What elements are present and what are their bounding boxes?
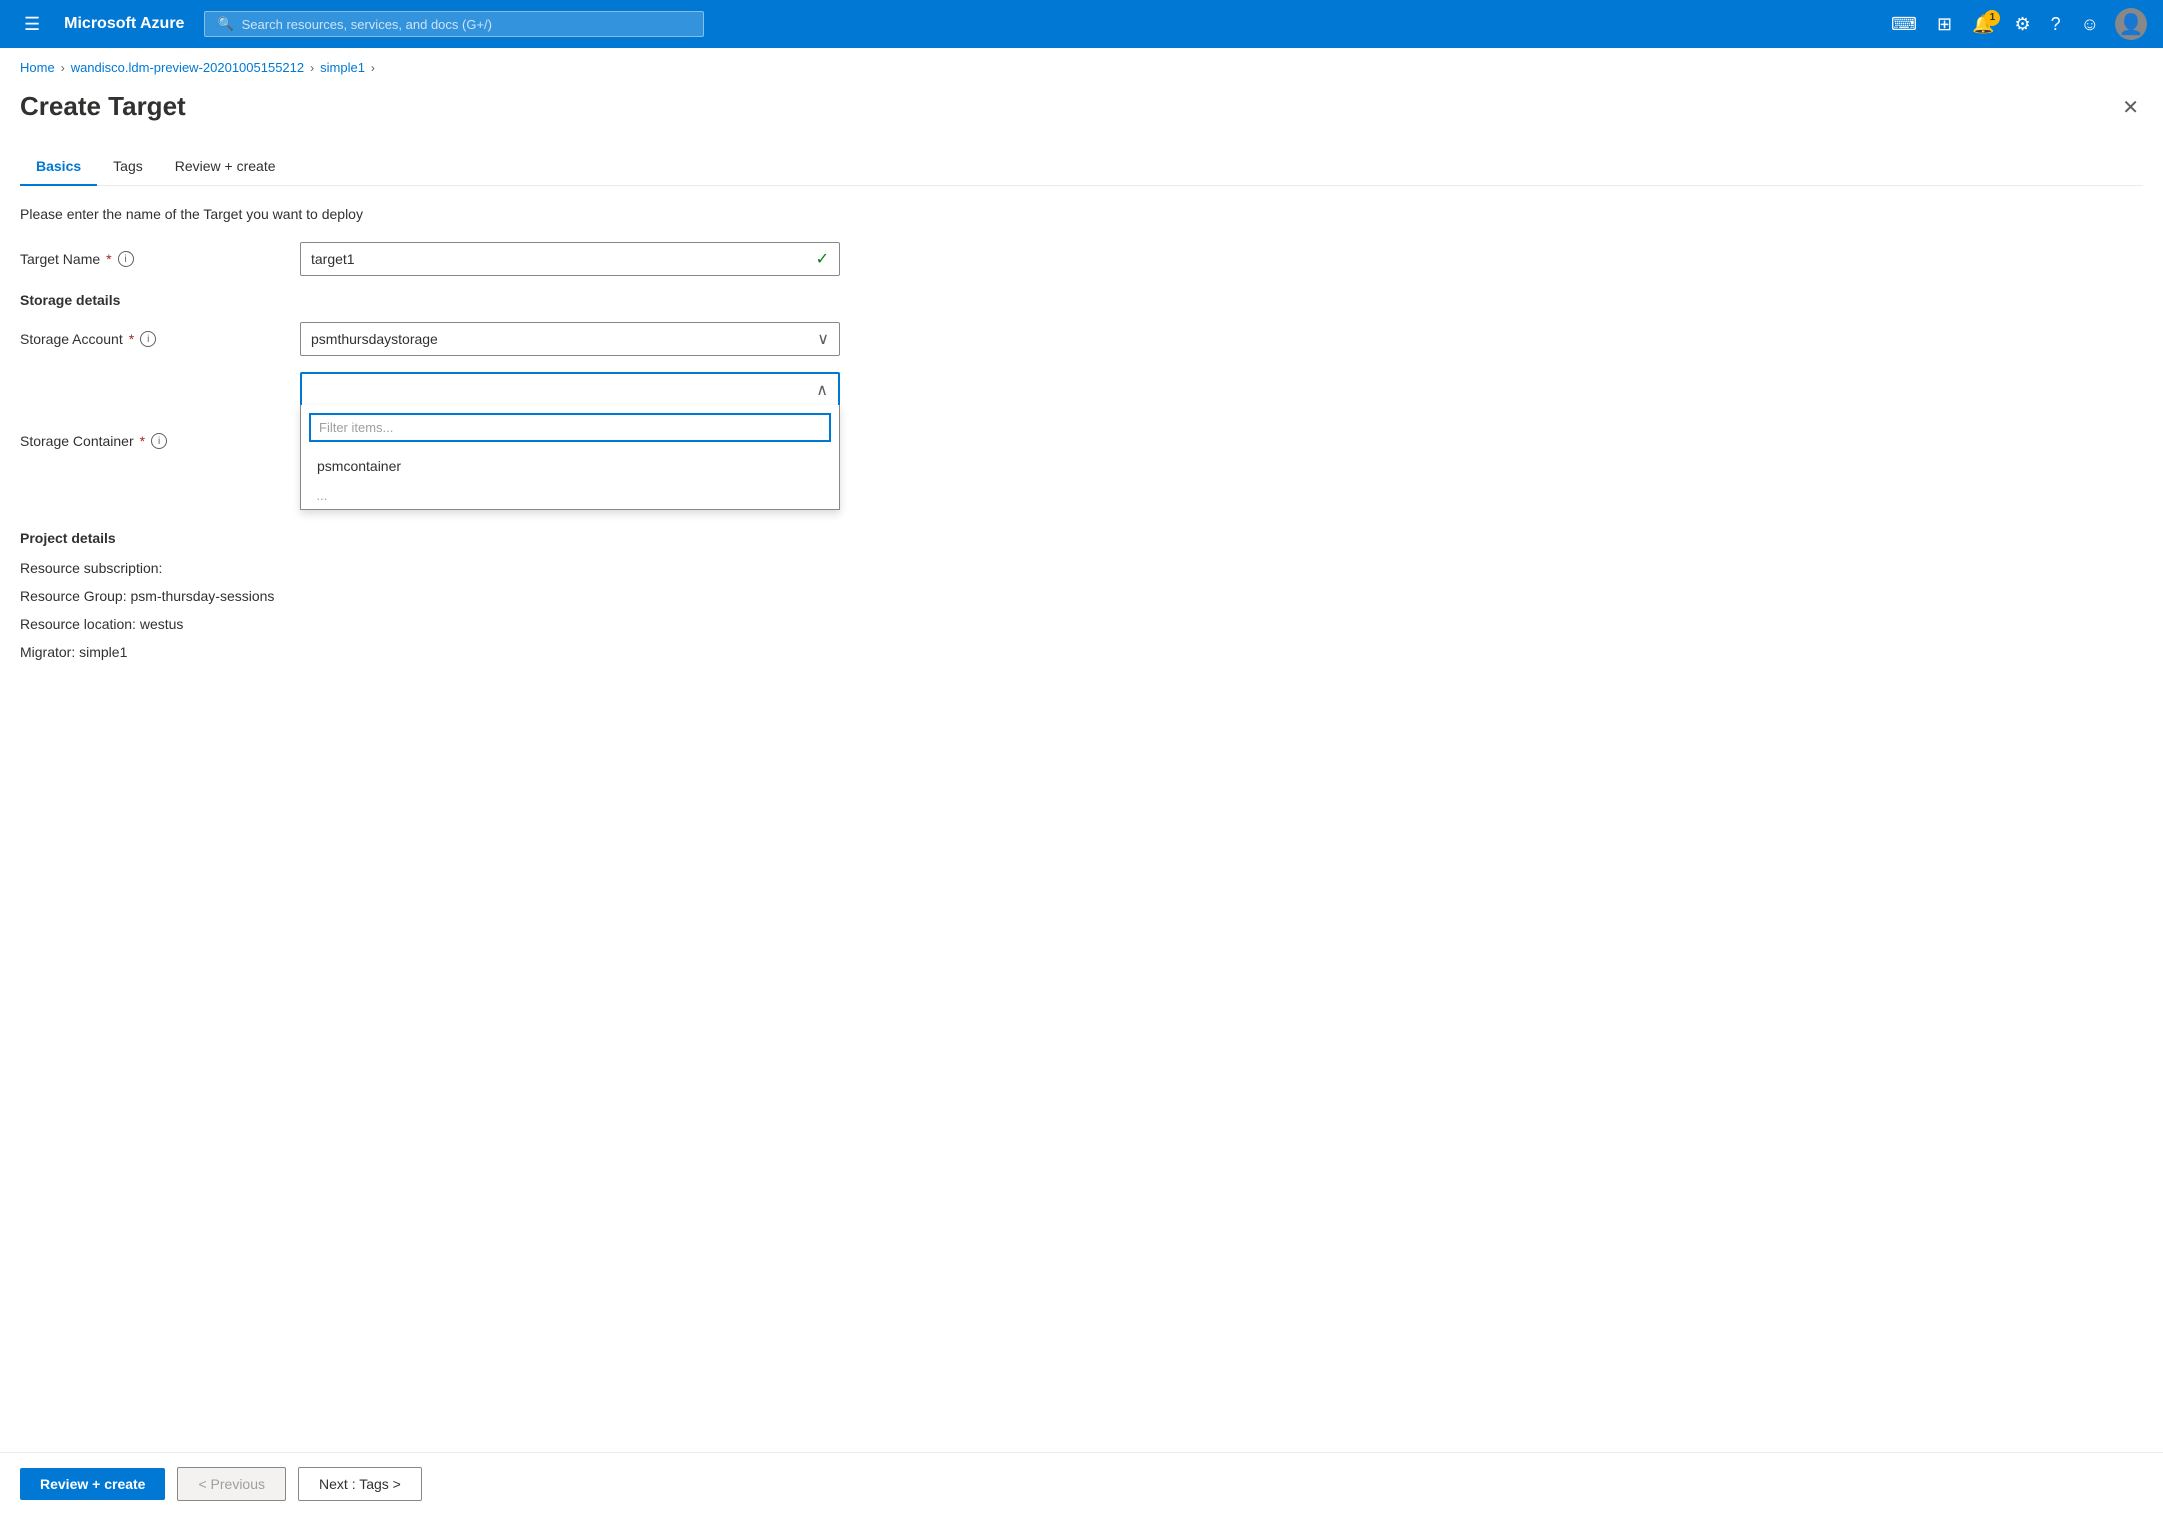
chevron-down-icon: ∨ bbox=[817, 329, 829, 349]
target-name-required: * bbox=[106, 251, 111, 267]
settings-button[interactable]: ⚙ bbox=[2006, 8, 2038, 41]
storage-container-label: Storage Container bbox=[20, 433, 134, 449]
target-name-row: Target Name * i ✓ bbox=[20, 242, 2143, 276]
page-title: Create Target bbox=[20, 91, 186, 122]
hamburger-menu-button[interactable]: ☰ bbox=[16, 8, 48, 41]
search-icon: 🔍 bbox=[217, 16, 233, 32]
feedback-button[interactable]: ☺ bbox=[2073, 8, 2107, 41]
breadcrumb-resource[interactable]: wandisco.ldm-preview-20201005155212 bbox=[71, 60, 304, 75]
previous-button[interactable]: < Previous bbox=[177, 1467, 286, 1501]
storage-account-label-col: Storage Account * i bbox=[20, 331, 300, 347]
breadcrumb-sep-3: › bbox=[371, 61, 375, 75]
cloud-shell-button[interactable]: ⌨ bbox=[1883, 8, 1925, 41]
storage-account-required: * bbox=[129, 331, 134, 347]
target-name-checkmark: ✓ bbox=[816, 249, 829, 269]
project-details-section: Project details Resource subscription: R… bbox=[20, 530, 2143, 660]
dropdown-item-psmcontainer[interactable]: psmcontainer bbox=[301, 450, 839, 482]
project-details-heading: Project details bbox=[20, 530, 2143, 546]
breadcrumb-home[interactable]: Home bbox=[20, 60, 55, 75]
resource-location-label: Resource location: westus bbox=[20, 616, 183, 632]
storage-container-label-col: Storage Container * i bbox=[20, 433, 300, 449]
storage-account-label: Storage Account bbox=[20, 331, 123, 347]
main-area: Home › wandisco.ldm-preview-202010051552… bbox=[0, 48, 2163, 1515]
storage-container-dropdown[interactable]: ∧ bbox=[300, 372, 840, 406]
filter-input-wrap bbox=[301, 405, 839, 450]
review-create-button[interactable]: Review + create bbox=[20, 1468, 165, 1500]
user-avatar-button[interactable]: 👤 bbox=[2115, 8, 2147, 40]
storage-container-control-col: ∧ psmcontainer ... bbox=[300, 372, 840, 510]
brand-name: Microsoft Azure bbox=[64, 15, 184, 33]
target-name-input-wrapper: ✓ bbox=[300, 242, 840, 276]
portal-menu-button[interactable]: ⊞ bbox=[1929, 8, 1960, 41]
storage-details-heading: Storage details bbox=[20, 292, 2143, 308]
page-header: Create Target ✕ bbox=[0, 75, 2163, 124]
search-input[interactable] bbox=[242, 17, 692, 32]
tabs-container: Basics Tags Review + create bbox=[20, 148, 2143, 186]
notifications-button[interactable]: 🔔 1 bbox=[1964, 8, 2002, 41]
resource-location-row: Resource location: westus bbox=[20, 616, 2143, 632]
filter-input[interactable] bbox=[309, 413, 831, 442]
storage-account-value: psmthursdaystorage bbox=[311, 331, 438, 347]
search-box: 🔍 bbox=[204, 11, 704, 37]
form-area: Basics Tags Review + create Please enter… bbox=[0, 124, 2163, 1452]
resource-subscription-row: Resource subscription: bbox=[20, 560, 2143, 576]
footer: Review + create < Previous Next : Tags > bbox=[0, 1452, 2163, 1515]
target-name-input[interactable] bbox=[311, 251, 808, 267]
chevron-up-icon: ∧ bbox=[816, 380, 828, 400]
storage-container-info-icon[interactable]: i bbox=[151, 433, 167, 449]
close-button[interactable]: ✕ bbox=[2118, 91, 2143, 124]
resource-subscription-label: Resource subscription: bbox=[20, 560, 162, 576]
target-name-control-col: ✓ bbox=[300, 242, 840, 276]
tab-review-create[interactable]: Review + create bbox=[159, 148, 292, 186]
storage-account-info-icon[interactable]: i bbox=[140, 331, 156, 347]
breadcrumb-sep-2: › bbox=[310, 61, 314, 75]
next-button[interactable]: Next : Tags > bbox=[298, 1467, 422, 1501]
nav-icons: ⌨ ⊞ 🔔 1 ⚙ ? ☺ 👤 bbox=[1883, 8, 2147, 41]
target-name-label: Target Name bbox=[20, 251, 100, 267]
dropdown-truncated: ... bbox=[301, 482, 839, 509]
storage-account-row: Storage Account * i psmthursdaystorage ∨ bbox=[20, 322, 2143, 356]
target-name-info-icon[interactable]: i bbox=[118, 251, 134, 267]
migrator-label: Migrator: simple1 bbox=[20, 644, 127, 660]
resource-group-label: Resource Group: psm-thursday-sessions bbox=[20, 588, 274, 604]
breadcrumb: Home › wandisco.ldm-preview-202010051552… bbox=[0, 48, 2163, 75]
storage-account-dropdown[interactable]: psmthursdaystorage ∨ bbox=[300, 322, 840, 356]
form-subtitle: Please enter the name of the Target you … bbox=[20, 206, 2143, 222]
storage-container-required: * bbox=[140, 433, 145, 449]
breadcrumb-current[interactable]: simple1 bbox=[320, 60, 365, 75]
notification-badge: 1 bbox=[1984, 10, 2000, 26]
help-button[interactable]: ? bbox=[2043, 8, 2069, 41]
breadcrumb-sep-1: › bbox=[61, 61, 65, 75]
storage-container-row: Storage Container * i ∧ psmcontainer ... bbox=[20, 372, 2143, 510]
target-name-label-col: Target Name * i bbox=[20, 251, 300, 267]
tab-tags[interactable]: Tags bbox=[97, 148, 159, 186]
top-navigation: ☰ Microsoft Azure 🔍 ⌨ ⊞ 🔔 1 ⚙ ? ☺ 👤 bbox=[0, 0, 2163, 48]
tab-basics[interactable]: Basics bbox=[20, 148, 97, 186]
migrator-row: Migrator: simple1 bbox=[20, 644, 2143, 660]
storage-account-control-col: psmthursdaystorage ∨ bbox=[300, 322, 840, 356]
avatar-icon: 👤 bbox=[2119, 12, 2144, 37]
storage-container-dropdown-panel: psmcontainer ... bbox=[300, 405, 840, 510]
resource-group-row: Resource Group: psm-thursday-sessions bbox=[20, 588, 2143, 604]
